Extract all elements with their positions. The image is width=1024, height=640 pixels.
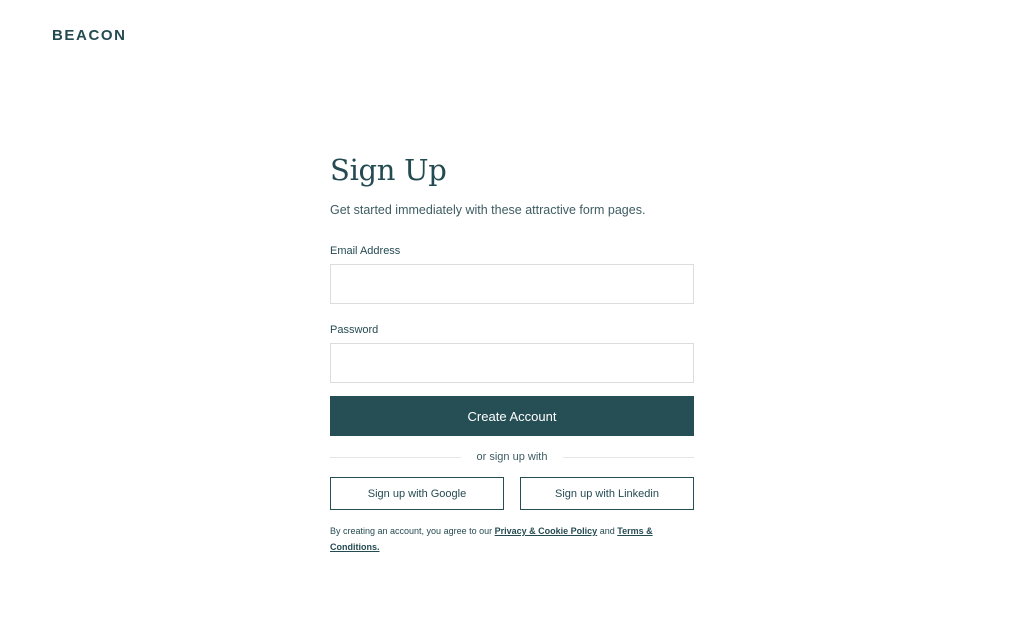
linkedin-signup-button[interactable]: Sign up with Linkedin bbox=[520, 477, 694, 510]
password-label: Password bbox=[330, 324, 379, 336]
divider-line-left bbox=[330, 456, 461, 458]
page-title: Sign Up bbox=[330, 153, 447, 187]
divider-text: or sign up with bbox=[476, 451, 548, 463]
email-input[interactable] bbox=[330, 264, 694, 304]
legal-notice: By creating an account, you agree to our… bbox=[330, 524, 694, 555]
signup-form: Sign Up Get started immediately with the… bbox=[330, 150, 694, 555]
email-label: Email Address bbox=[330, 245, 401, 257]
legal-prefix: By creating an account, you agree to our bbox=[330, 526, 493, 536]
page-subtitle: Get started immediately with these attra… bbox=[330, 203, 646, 217]
password-input[interactable] bbox=[330, 343, 694, 383]
legal-conjunction: and bbox=[599, 526, 615, 536]
create-account-button[interactable]: Create Account bbox=[330, 396, 694, 436]
brand-logo[interactable]: BEACON bbox=[52, 27, 127, 44]
social-divider: or sign up with bbox=[330, 450, 694, 464]
signup-page: BEACON Sign Up Get started immediately w… bbox=[0, 0, 1024, 640]
social-buttons: Sign up with Google Sign up with Linkedi… bbox=[330, 477, 694, 510]
google-signup-button[interactable]: Sign up with Google bbox=[330, 477, 504, 510]
privacy-policy-link[interactable]: Privacy & Cookie Policy bbox=[495, 526, 598, 536]
divider-line-right bbox=[563, 456, 694, 458]
